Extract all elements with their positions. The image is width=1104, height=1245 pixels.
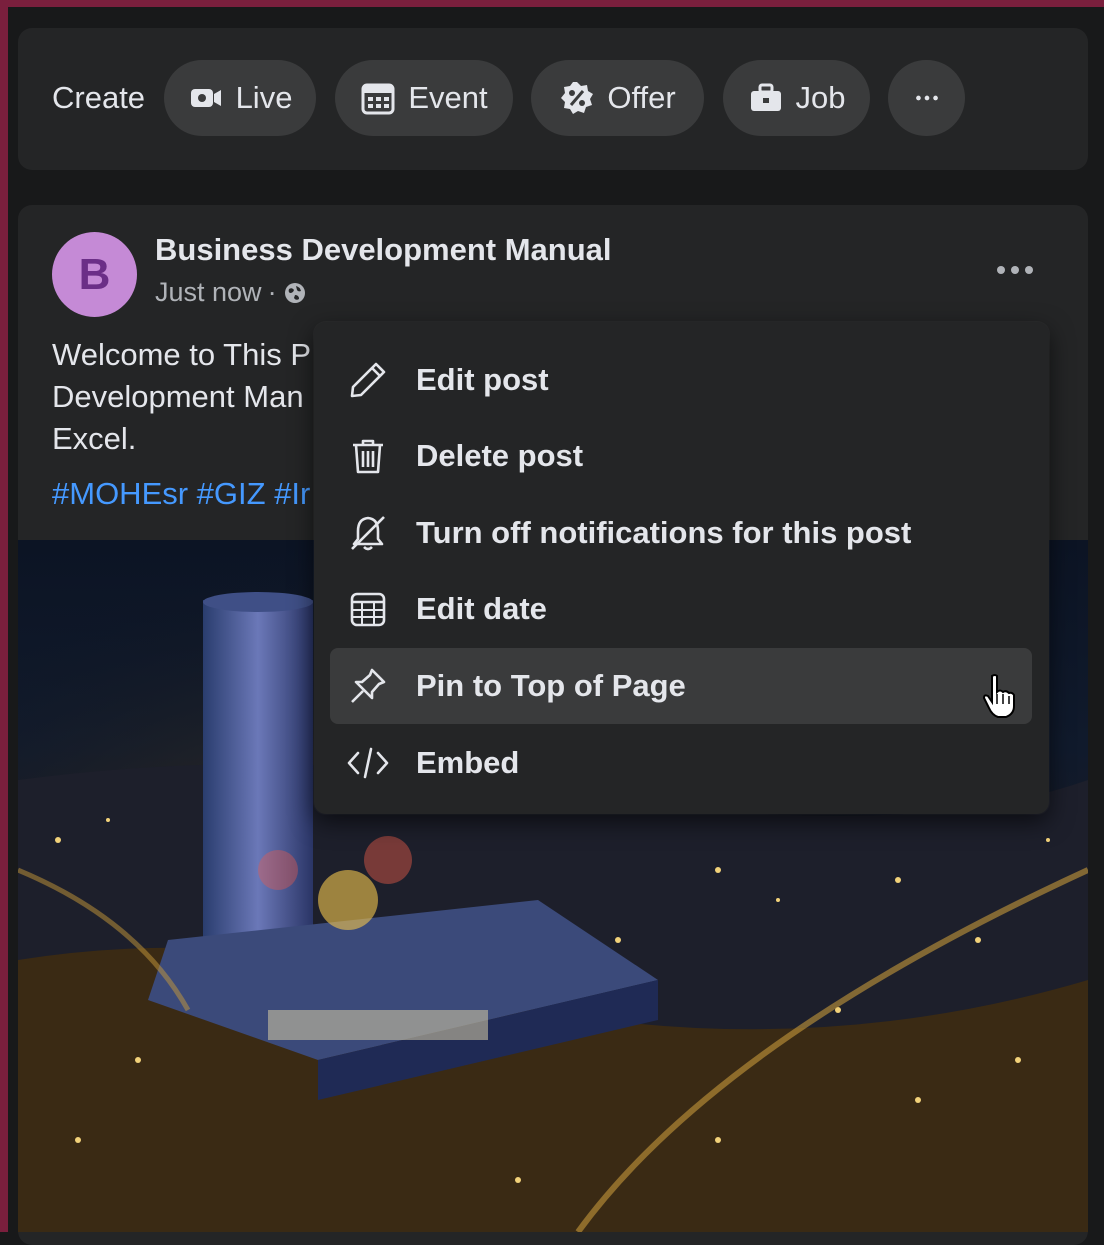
offer-label: Offer bbox=[607, 80, 676, 115]
event-button[interactable]: Event bbox=[335, 60, 513, 136]
menu-item-label: Pin to Top of Page bbox=[416, 668, 686, 703]
pin-icon bbox=[344, 662, 392, 710]
live-button[interactable]: Live bbox=[164, 60, 316, 136]
bell-off-icon bbox=[344, 509, 392, 557]
more-create-options-button[interactable] bbox=[888, 60, 965, 136]
offer-button[interactable]: Offer bbox=[531, 60, 704, 136]
create-label: Create bbox=[52, 80, 146, 115]
more-horizontal-icon bbox=[915, 95, 938, 101]
trash-icon bbox=[344, 432, 392, 480]
calendar-icon bbox=[361, 83, 395, 115]
menu-item-delete-post[interactable]: Delete post bbox=[330, 418, 1032, 494]
code-icon bbox=[344, 739, 392, 787]
hand-cursor-icon bbox=[982, 674, 1015, 718]
meta-separator: · bbox=[267, 277, 277, 307]
menu-item-label: Delete post bbox=[416, 438, 584, 473]
menu-item-label: Turn off notifications for this post bbox=[416, 515, 912, 550]
menu-item-label: Embed bbox=[416, 745, 520, 780]
post-options-button[interactable] bbox=[990, 252, 1040, 288]
menu-item-pin-to-top[interactable]: Pin to Top of Page bbox=[330, 648, 1032, 724]
post-timestamp[interactable]: Just now bbox=[155, 277, 262, 308]
menu-item-label: Edit post bbox=[416, 362, 549, 397]
post-hashtags[interactable]: #MOHEsr #GIZ #Ir bbox=[52, 476, 314, 512]
event-label: Event bbox=[408, 80, 488, 115]
live-label: Live bbox=[235, 80, 293, 115]
job-label: Job bbox=[795, 80, 846, 115]
more-horizontal-icon bbox=[997, 266, 1033, 274]
calendar-icon bbox=[344, 585, 392, 633]
live-video-icon bbox=[190, 89, 221, 107]
globe-icon[interactable] bbox=[283, 281, 307, 305]
avatar[interactable]: B bbox=[52, 232, 137, 317]
menu-item-turn-off-notifications[interactable]: Turn off notifications for this post bbox=[330, 495, 1032, 571]
briefcase-icon bbox=[750, 83, 781, 111]
post-text-line: Development Man bbox=[52, 379, 304, 414]
offer-percent-icon bbox=[561, 82, 594, 114]
post-text-line: Excel. bbox=[52, 421, 137, 456]
menu-item-edit-post[interactable]: Edit post bbox=[330, 342, 1032, 418]
post-text: Welcome to This P Development Man Excel. bbox=[52, 334, 314, 460]
menu-item-label: Edit date bbox=[416, 591, 547, 626]
pencil-icon bbox=[344, 356, 392, 404]
job-button[interactable]: Job bbox=[723, 60, 870, 136]
menu-item-edit-date[interactable]: Edit date bbox=[330, 571, 1032, 647]
menu-item-embed[interactable]: Embed bbox=[330, 725, 1032, 801]
post-text-line: Welcome to This P bbox=[52, 337, 312, 372]
page-name[interactable]: Business Development Manual bbox=[155, 232, 612, 268]
post-meta: Just now · bbox=[155, 277, 307, 308]
